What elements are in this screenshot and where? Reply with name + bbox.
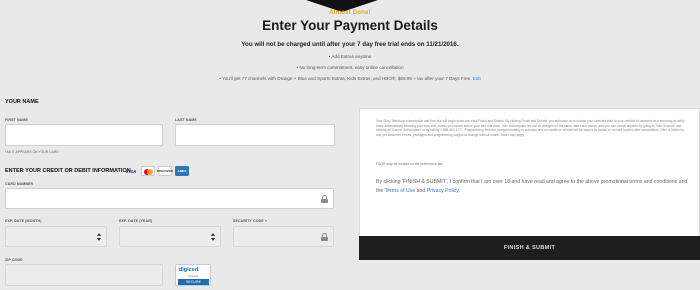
exp-month-select[interactable] — [5, 226, 107, 247]
lock-icon — [321, 233, 328, 241]
confirm-and: and — [416, 188, 426, 194]
confirm-text: By clicking 'FINISH & SUBMIT', I confirm… — [376, 178, 694, 196]
page-header: Almost Done! Enter Your Payment Details … — [0, 10, 700, 81]
bullet-channels: • You'll get 77 channels with Orange + B… — [0, 76, 700, 81]
first-name-label: FIRST NAME — [5, 118, 28, 122]
digicert-seal[interactable]: digicert Trusted SECURE — [175, 264, 211, 286]
step-label: Almost Done! — [329, 10, 371, 16]
bullet-channels-text: • You'll get 77 channels with Orange + B… — [219, 76, 472, 81]
last-name-field[interactable] — [175, 124, 335, 146]
security-code-field[interactable] — [233, 226, 334, 247]
first-name-field[interactable] — [5, 124, 163, 146]
finish-submit-button[interactable]: FINISH & SUBMIT — [359, 236, 700, 260]
digicert-subtext: Trusted — [188, 274, 199, 278]
card-section-heading: ENTER YOUR CREDIT OR DEBIT INFORMATION — [5, 168, 131, 174]
privacy-policy-link[interactable]: Privacy Policy — [427, 188, 459, 194]
security-code-label: SECURITY CODE ● — [233, 219, 267, 223]
bullet-commitment: • No long-term commitment, easy online c… — [296, 65, 404, 70]
select-arrows-icon — [97, 233, 102, 242]
name-hint: *AS IT APPEARS ON YOUR CARD — [5, 150, 59, 154]
info-icon[interactable]: ● — [265, 219, 267, 223]
zip-code-field[interactable] — [5, 264, 163, 286]
visa-icon: VISA — [125, 168, 137, 174]
lock-icon — [321, 195, 328, 203]
mastercard-icon — [141, 166, 155, 176]
amex-icon: AMEX — [175, 166, 189, 176]
security-code-label-text: SECURITY CODE — [233, 219, 264, 223]
bullet-extras: • Add Extras anytime — [328, 54, 372, 59]
zip-code-label: ZIP CODE — [5, 258, 23, 262]
card-number-label: CARD NUMBER — [5, 182, 34, 186]
last-name-label: LAST NAME — [175, 118, 197, 122]
terms-of-use-link[interactable]: Terms of Use — [385, 188, 416, 194]
terms-text: Your Sling Television subscription and f… — [376, 119, 685, 137]
exp-year-label: EXP. DATE (YEAR) — [119, 219, 153, 223]
name-section-heading: YOUR NAME — [5, 99, 39, 105]
card-number-field[interactable] — [5, 188, 334, 209]
edit-plan-link[interactable]: Edit — [473, 76, 481, 81]
digicert-logo: digicert — [179, 267, 199, 273]
exp-year-select[interactable] — [119, 226, 221, 247]
trial-notice: You will not be charged until after your… — [241, 41, 459, 48]
exp-month-label: EXP. DATE (MONTH) — [5, 219, 42, 223]
select-arrows-icon — [211, 233, 216, 242]
terms-faq-link[interactable]: FAQ® may be located on the preference ta… — [376, 162, 442, 166]
discover-icon: DISCOVER — [157, 166, 173, 176]
confirm-suffix: . — [458, 188, 461, 194]
page-title: Enter Your Payment Details — [262, 18, 438, 33]
digicert-secure-strip: SECURE — [178, 279, 209, 285]
